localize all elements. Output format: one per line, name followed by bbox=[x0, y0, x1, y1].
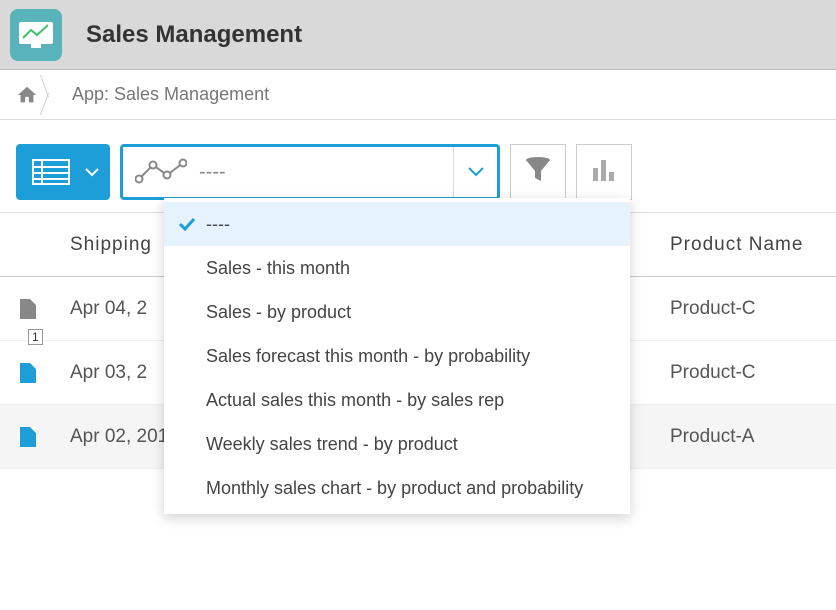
cell-product-name: Product-A bbox=[656, 426, 836, 448]
breadcrumb-separator-icon bbox=[44, 75, 58, 115]
check-icon bbox=[178, 217, 200, 231]
graph-line-icon bbox=[135, 157, 187, 187]
bar-chart-icon bbox=[590, 156, 618, 189]
app-logo-icon bbox=[10, 9, 62, 61]
dropdown-item[interactable]: Sales - this month bbox=[164, 246, 630, 290]
chart-button[interactable] bbox=[576, 144, 632, 200]
app-header: Sales Management bbox=[0, 0, 836, 70]
funnel-icon bbox=[523, 155, 553, 190]
dropdown-item-label: Actual sales this month - by sales rep bbox=[206, 390, 504, 411]
graph-select-value: ---- bbox=[193, 161, 453, 184]
breadcrumb: App: Sales Management bbox=[0, 70, 836, 120]
row-icon-cell: 1 bbox=[0, 299, 56, 319]
filter-button[interactable] bbox=[510, 144, 566, 200]
row-icon-cell bbox=[0, 363, 56, 383]
page-title: Sales Management bbox=[86, 21, 302, 49]
home-icon[interactable] bbox=[16, 84, 38, 106]
dropdown-item-label: Monthly sales chart - by product and pro… bbox=[206, 478, 583, 499]
view-mode-button[interactable] bbox=[16, 144, 110, 200]
dropdown-item-label: Sales - by product bbox=[206, 302, 351, 323]
cell-product-name: Product-C bbox=[656, 298, 836, 320]
dropdown-item[interactable]: Actual sales this month - by sales rep bbox=[164, 378, 630, 422]
dropdown-item[interactable]: ---- bbox=[164, 202, 630, 246]
dropdown-item-label: Weekly sales trend - by product bbox=[206, 434, 458, 455]
table-icon bbox=[32, 159, 70, 185]
chevron-down-icon bbox=[84, 167, 100, 177]
breadcrumb-item[interactable]: App: Sales Management bbox=[72, 84, 269, 105]
row-badge: 1 bbox=[28, 329, 43, 345]
toolbar: ---- ---- bbox=[0, 120, 836, 212]
dropdown-item[interactable]: Sales - by product bbox=[164, 290, 630, 334]
cell-product-name: Product-C bbox=[656, 362, 836, 384]
dropdown-item-label: Sales forecast this month - by probabili… bbox=[206, 346, 530, 367]
chevron-down-icon bbox=[453, 147, 497, 197]
dropdown-item[interactable]: Sales forecast this month - by probabili… bbox=[164, 334, 630, 378]
row-icon-cell bbox=[0, 427, 56, 447]
file-icon bbox=[20, 299, 36, 319]
graph-select[interactable]: ---- bbox=[120, 144, 500, 200]
file-icon bbox=[20, 363, 36, 383]
dropdown-item[interactable]: Monthly sales chart - by product and pro… bbox=[164, 466, 630, 510]
graph-select-dropdown: ---- Sales - this month Sales - by produ… bbox=[164, 198, 630, 514]
file-icon bbox=[20, 427, 36, 447]
column-header-product-name[interactable]: Product Name bbox=[656, 234, 836, 256]
dropdown-item-label: ---- bbox=[206, 214, 230, 235]
dropdown-item[interactable]: Weekly sales trend - by product bbox=[164, 422, 630, 466]
dropdown-item-label: Sales - this month bbox=[206, 258, 350, 279]
